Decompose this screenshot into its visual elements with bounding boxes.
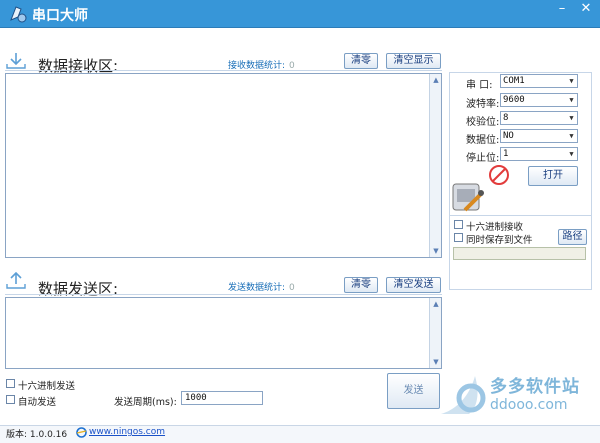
send-button[interactable]: 发送: [387, 373, 440, 409]
scroll-down-icon[interactable]: ▼: [431, 357, 441, 367]
clear-send-button[interactable]: 清空发送: [386, 277, 441, 293]
watermark-url: ddooo.com: [490, 397, 568, 413]
chevron-down-icon[interactable]: ▼: [566, 75, 577, 87]
hex-send-checkbox[interactable]: [6, 379, 15, 388]
send-scrollbar[interactable]: ▲ ▼: [429, 298, 441, 368]
watermark-name: 多多软件站: [490, 377, 580, 397]
send-divider: [5, 294, 442, 295]
stopbits-value: 1: [503, 149, 509, 159]
parity-select[interactable]: 8 ▼: [500, 111, 578, 125]
send-section-title: 数据发送区:: [38, 280, 119, 298]
chevron-down-icon[interactable]: ▼: [566, 148, 577, 160]
port-label: 串 口:: [466, 80, 493, 91]
options-divider: [449, 215, 592, 216]
save-to-file-checkbox[interactable]: [454, 233, 463, 242]
chevron-down-icon[interactable]: ▼: [566, 130, 577, 142]
window-title: 串口大师: [32, 8, 88, 24]
receive-clear-button[interactable]: 清零: [344, 53, 378, 69]
auto-send-label: 自动发送: [18, 397, 57, 408]
port-select[interactable]: COM1 ▼: [500, 74, 578, 88]
scroll-down-icon[interactable]: ▼: [431, 246, 441, 256]
receive-divider: [5, 70, 442, 71]
browser-icon: [76, 427, 87, 438]
send-stat-label: 发送数据统计:: [228, 283, 286, 293]
close-button[interactable]: ✕: [576, 2, 596, 18]
baud-select[interactable]: 9600 ▼: [500, 93, 578, 107]
databits-value: NO: [503, 131, 514, 141]
version-text: 版本: 1.0.0.16: [6, 430, 68, 440]
scroll-up-icon[interactable]: ▲: [431, 75, 441, 85]
open-port-button[interactable]: 打开: [528, 166, 578, 186]
scroll-up-icon[interactable]: ▲: [431, 299, 441, 309]
chevron-down-icon[interactable]: ▼: [566, 112, 577, 124]
clear-display-button[interactable]: 清空显示: [386, 53, 441, 69]
send-textarea[interactable]: ▲ ▼: [5, 297, 442, 369]
download-arrow-icon: [6, 53, 26, 69]
parity-label: 校验位:: [466, 117, 500, 128]
title-bar: 串口大师 – ✕: [0, 0, 600, 28]
hex-receive-label: 十六进制接收: [466, 222, 524, 233]
baud-value: 9600: [503, 95, 525, 105]
send-period-input[interactable]: 1000: [181, 391, 263, 405]
stopbits-select[interactable]: 1 ▼: [500, 147, 578, 161]
baud-label: 波特率:: [466, 99, 500, 110]
chevron-down-icon[interactable]: ▼: [566, 94, 577, 106]
receive-scrollbar[interactable]: ▲ ▼: [429, 74, 441, 257]
save-path-field[interactable]: [453, 247, 586, 260]
serial-tool-icon: [452, 183, 484, 212]
port-value: COM1: [503, 76, 525, 86]
minimize-button[interactable]: –: [552, 2, 572, 18]
receive-textarea[interactable]: ▲ ▼: [5, 73, 442, 258]
auto-send-checkbox[interactable]: [6, 395, 15, 404]
databits-select[interactable]: NO ▼: [500, 129, 578, 143]
disconnected-icon: [489, 165, 509, 185]
upload-arrow-icon: [6, 272, 26, 289]
hex-send-label: 十六进制发送: [18, 381, 76, 392]
parity-value: 8: [503, 113, 509, 123]
send-stat: 发送数据统计: 0: [228, 280, 295, 293]
send-clear-button[interactable]: 清零: [344, 277, 378, 293]
save-to-file-label: 同时保存到文件: [466, 235, 533, 246]
databits-label: 数据位:: [466, 135, 500, 146]
app-logo-icon: [10, 6, 27, 23]
path-button[interactable]: 路径: [558, 229, 587, 245]
send-period-label: 发送周期(ms):: [114, 397, 177, 408]
hex-receive-checkbox[interactable]: [454, 220, 463, 229]
website-link[interactable]: www.ningos.com: [89, 427, 165, 437]
send-stat-value: 0: [289, 283, 295, 293]
stopbits-label: 停止位:: [466, 153, 500, 164]
